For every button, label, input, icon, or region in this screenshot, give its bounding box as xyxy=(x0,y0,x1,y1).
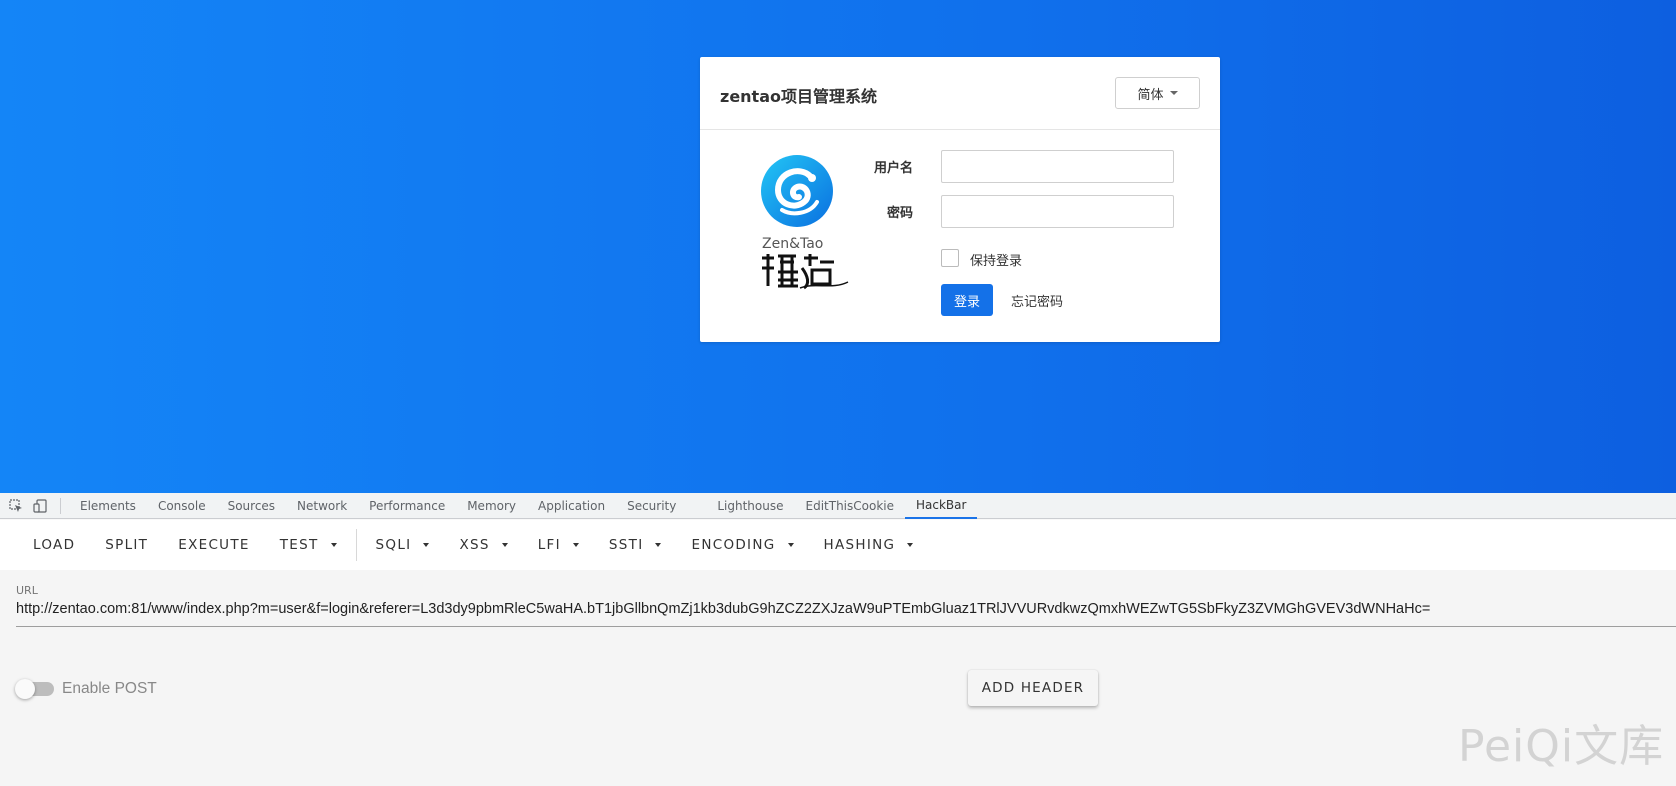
remember-label: 保持登录 xyxy=(970,254,1023,269)
ssti-dropdown[interactable]: SSTI xyxy=(594,527,677,563)
caret-down-icon xyxy=(655,543,662,547)
hackbar-toolbar: LOAD SPLIT EXECUTE TEST SQLI XSS LFI SST… xyxy=(0,520,1676,570)
lfi-dropdown[interactable]: LFI xyxy=(523,527,594,563)
xss-label: XSS xyxy=(459,537,490,553)
devtools-panel: Elements Console Sources Network Perform… xyxy=(0,493,1676,786)
execute-button[interactable]: EXECUTE xyxy=(163,527,265,563)
tab-editthiscookie[interactable]: EditThisCookie xyxy=(795,493,906,519)
page-title: zentao项目管理系统 xyxy=(720,87,877,106)
ssti-label: SSTI xyxy=(608,537,644,553)
zentao-swirl-icon xyxy=(761,155,833,227)
devtools-tabbar: Elements Console Sources Network Perform… xyxy=(0,493,1676,519)
zentao-logo: Zen&Tao xyxy=(760,154,860,294)
encoding-dropdown[interactable]: ENCODING xyxy=(676,527,808,563)
caret-down-icon xyxy=(907,543,914,547)
test-dropdown[interactable]: TEST xyxy=(265,527,352,563)
forgot-password-link[interactable]: 忘记密码 xyxy=(1011,291,1063,310)
url-area: URL http://zentao.com:81/www/index.php?m… xyxy=(0,570,1676,786)
tab-hackbar[interactable]: HackBar xyxy=(905,493,978,519)
tab-memory[interactable]: Memory xyxy=(456,493,527,519)
device-toolbar-icon[interactable] xyxy=(28,493,52,519)
username-label: 用户名 xyxy=(873,161,913,176)
password-input[interactable] xyxy=(941,195,1174,228)
split-button[interactable]: SPLIT xyxy=(90,527,163,563)
logo-text-en: Zen&Tao xyxy=(762,236,824,252)
caret-down-icon xyxy=(501,543,508,547)
logo-calligraphy xyxy=(762,254,849,290)
execute-label: EXECUTE xyxy=(178,537,250,553)
password-label: 密码 xyxy=(886,206,913,221)
enable-post-toggle[interactable] xyxy=(15,679,54,699)
caret-down-icon xyxy=(572,543,579,547)
test-label: TEST xyxy=(279,537,319,553)
tabbar-divider xyxy=(60,497,61,514)
tab-lighthouse[interactable]: Lighthouse xyxy=(706,493,794,519)
tab-application[interactable]: Application xyxy=(527,493,616,519)
hashing-label: HASHING xyxy=(823,537,896,553)
load-label: LOAD xyxy=(33,537,76,553)
tab-elements[interactable]: Elements xyxy=(69,493,147,519)
page-viewport: zentao项目管理系统 简体 Zen&Tao 用户名 密码 保持登录 登录 忘… xyxy=(0,0,1676,493)
caret-down-icon xyxy=(1169,91,1178,95)
load-button[interactable]: LOAD xyxy=(18,527,90,563)
panel-header: zentao项目管理系统 简体 xyxy=(700,57,1220,130)
caret-down-icon xyxy=(330,543,337,547)
enable-post-label: Enable POST xyxy=(62,680,157,697)
watermark: PeiQi文库 xyxy=(1458,721,1665,772)
caret-down-icon xyxy=(423,543,430,547)
login-button[interactable]: 登录 xyxy=(941,284,993,316)
encoding-label: ENCODING xyxy=(691,537,776,553)
toolbar-divider xyxy=(355,529,357,561)
lfi-label: LFI xyxy=(537,537,561,553)
url-input[interactable]: http://zentao.com:81/www/index.php?m=use… xyxy=(16,601,1676,627)
caret-down-icon xyxy=(787,543,794,547)
split-label: SPLIT xyxy=(105,537,149,553)
sqli-dropdown[interactable]: SQLI xyxy=(361,527,445,563)
username-input[interactable] xyxy=(941,150,1174,183)
hashing-dropdown[interactable]: HASHING xyxy=(809,527,929,563)
language-select[interactable]: 简体 xyxy=(1115,77,1200,109)
tab-console[interactable]: Console xyxy=(147,493,217,519)
tab-performance[interactable]: Performance xyxy=(358,493,456,519)
login-panel: zentao项目管理系统 简体 Zen&Tao 用户名 密码 保持登录 登录 忘… xyxy=(700,57,1220,342)
tab-network[interactable]: Network xyxy=(286,493,358,519)
sqli-label: SQLI xyxy=(375,537,412,553)
language-label: 简体 xyxy=(1137,87,1164,103)
tab-security[interactable]: Security xyxy=(616,493,706,519)
add-header-button[interactable]: ADD HEADER xyxy=(968,670,1098,706)
url-label: URL xyxy=(16,584,38,597)
tab-sources[interactable]: Sources xyxy=(217,493,286,519)
inspect-element-icon[interactable] xyxy=(4,493,28,519)
xss-dropdown[interactable]: XSS xyxy=(444,527,522,563)
remember-checkbox[interactable] xyxy=(941,249,959,267)
toggle-thumb xyxy=(15,679,35,699)
